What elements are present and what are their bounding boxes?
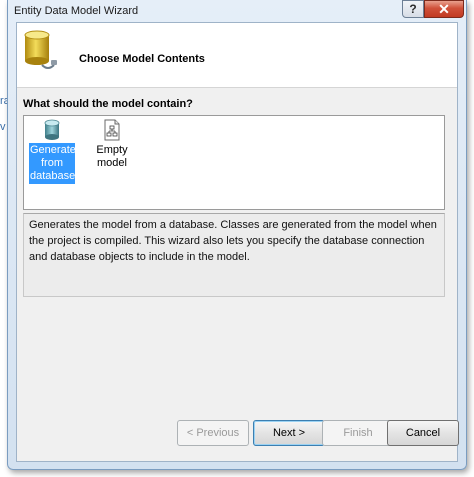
database-icon: [44, 119, 60, 140]
close-icon: ✕: [438, 0, 450, 17]
option-label-line: from: [41, 157, 63, 169]
wizard-window: Entity Data Model Wizard ? ✕ Choose Mode…: [7, 0, 467, 470]
wizard-button-bar: < Previous Next > Finish Cancel: [17, 420, 459, 448]
database-wizard-icon: [24, 30, 57, 69]
help-button[interactable]: ?: [402, 0, 424, 18]
help-icon: ?: [409, 2, 417, 16]
wizard-client-area: Choose Model Contents What should the mo…: [16, 22, 459, 462]
page-title: Choose Model Contents: [79, 53, 205, 65]
next-button[interactable]: Next >: [253, 420, 325, 446]
option-label-line: Generate: [30, 144, 76, 156]
previous-button[interactable]: < Previous: [177, 420, 249, 446]
empty-model-icon: [104, 119, 120, 141]
model-contents-list[interactable]: Generate from database Empty model: [23, 115, 445, 210]
option-generate-from-database[interactable]: Generate from database: [29, 119, 76, 184]
option-label-line: database: [30, 170, 76, 182]
option-description: Generates the model from a database. Cla…: [23, 213, 445, 297]
question-label: What should the model contain?: [23, 98, 193, 110]
option-empty-model[interactable]: Empty model: [89, 119, 135, 171]
wizard-header: Choose Model Contents: [17, 23, 457, 88]
cancel-button[interactable]: Cancel: [387, 420, 459, 446]
title-bar[interactable]: Entity Data Model Wizard ? ✕: [8, 0, 466, 22]
close-button[interactable]: ✕: [424, 0, 464, 18]
description-text: Generates the model from a database. Cla…: [29, 219, 437, 263]
finish-button[interactable]: Finish: [322, 420, 394, 446]
option-label-line: Empty: [96, 144, 128, 156]
option-label-line: model: [97, 157, 127, 169]
window-title: Entity Data Model Wizard: [14, 5, 139, 17]
